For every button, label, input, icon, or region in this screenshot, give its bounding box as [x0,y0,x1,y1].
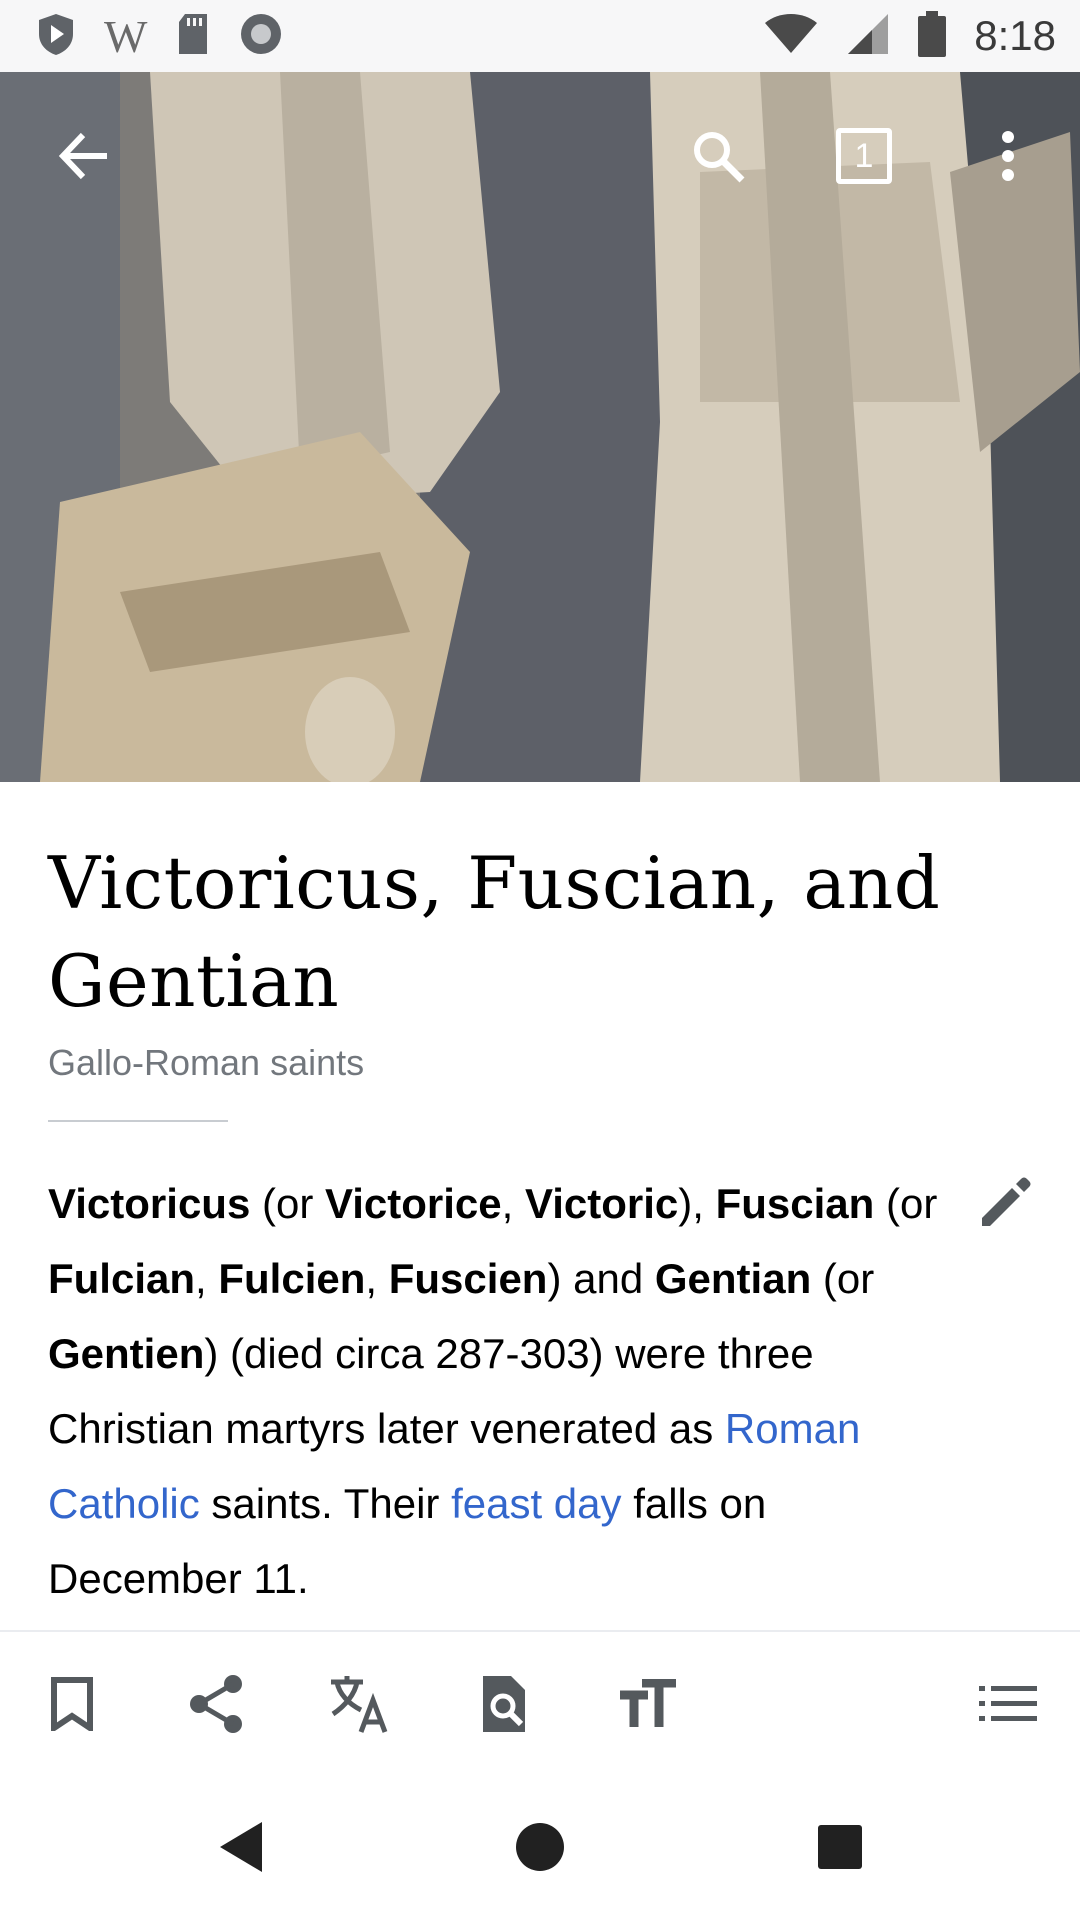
text-span: ) and [547,1255,655,1302]
more-vert-icon [1002,131,1014,181]
bold-term: Fulcien [218,1255,366,1302]
lead-image[interactable]: 1 [0,72,1080,782]
bold-term: Fuscien [388,1255,548,1302]
find-in-page-button[interactable] [454,1654,554,1754]
table-of-contents-button[interactable] [958,1654,1058,1754]
nav-back-button[interactable] [185,1802,295,1892]
search-icon [694,132,745,183]
text-span: (or [250,1180,325,1227]
page-action-toolbar [0,1630,1080,1776]
text-span: , [501,1180,525,1227]
text-size-icon [620,1679,676,1727]
pencil-edit-icon [982,1177,1031,1226]
article-description: Gallo-Roman saints [48,1042,365,1083]
link-feast-day[interactable]: feast day [451,1480,621,1527]
wikipedia-w-icon: W [104,10,148,62]
nav-home-button[interactable] [485,1802,595,1892]
share-button[interactable] [166,1654,266,1754]
title-divider [48,1120,228,1122]
edit-button[interactable] [976,1176,1032,1255]
statue-image [0,72,1080,782]
status-left-icons: W [36,10,283,63]
search-button[interactable] [670,108,766,204]
article-title: Victoricus, Fuscian, and Gentian [48,841,941,1023]
lead-paragraph: Victoricus (or Victorice, Victoric), Fus… [48,1166,1032,1616]
overflow-menu-button[interactable] [960,108,1056,204]
share-icon [190,1675,242,1733]
sd-card-icon [175,12,211,61]
wifi-icon [764,13,818,60]
system-navigation-bar [0,1774,1080,1920]
text-span: , [365,1255,389,1302]
language-button[interactable] [310,1654,410,1754]
cellular-signal-icon [846,12,890,61]
status-bar: W 8:18 [0,0,1080,72]
article-content: Victoricus, Fuscian, and Gentian Gallo-R… [48,782,1032,1616]
tabs-button[interactable]: 1 [816,108,912,204]
back-button[interactable] [36,108,132,204]
shield-play-icon [36,12,76,61]
status-time: 8:18 [974,12,1056,59]
bold-term: Victoricus [48,1180,251,1227]
circle-record-icon [239,12,283,61]
bold-term: Victoric [524,1180,679,1227]
bookmark-button[interactable] [22,1654,122,1754]
battery-icon [918,10,947,62]
bold-term: Fulcian [48,1255,196,1302]
nav-recents-icon [818,1825,862,1869]
text-span: saints. Their [199,1480,452,1527]
table-of-contents-icon [979,1686,1037,1721]
nav-recents-button[interactable] [785,1802,895,1892]
translate-icon [331,1676,388,1733]
find-in-page-icon [483,1676,525,1732]
text-span: , [195,1255,219,1302]
bookmark-icon [51,1677,93,1731]
text-span: (or [811,1255,875,1302]
text-span: (or [874,1180,938,1227]
nav-home-icon [516,1823,564,1871]
status-right-icons: 8:18 [764,10,1056,62]
bold-term: Fuscian [715,1180,875,1227]
bold-term: Victorice [324,1180,502,1227]
nav-back-icon [220,1822,262,1872]
text-span: ), [678,1180,716,1227]
tabs-count-icon: 1 [836,128,892,184]
tabs-count: 1 [854,136,874,175]
bold-term: Gentien [48,1330,205,1377]
text-size-button[interactable] [598,1654,698,1754]
arrow-back-icon [58,132,107,180]
bold-term: Gentian [654,1255,812,1302]
